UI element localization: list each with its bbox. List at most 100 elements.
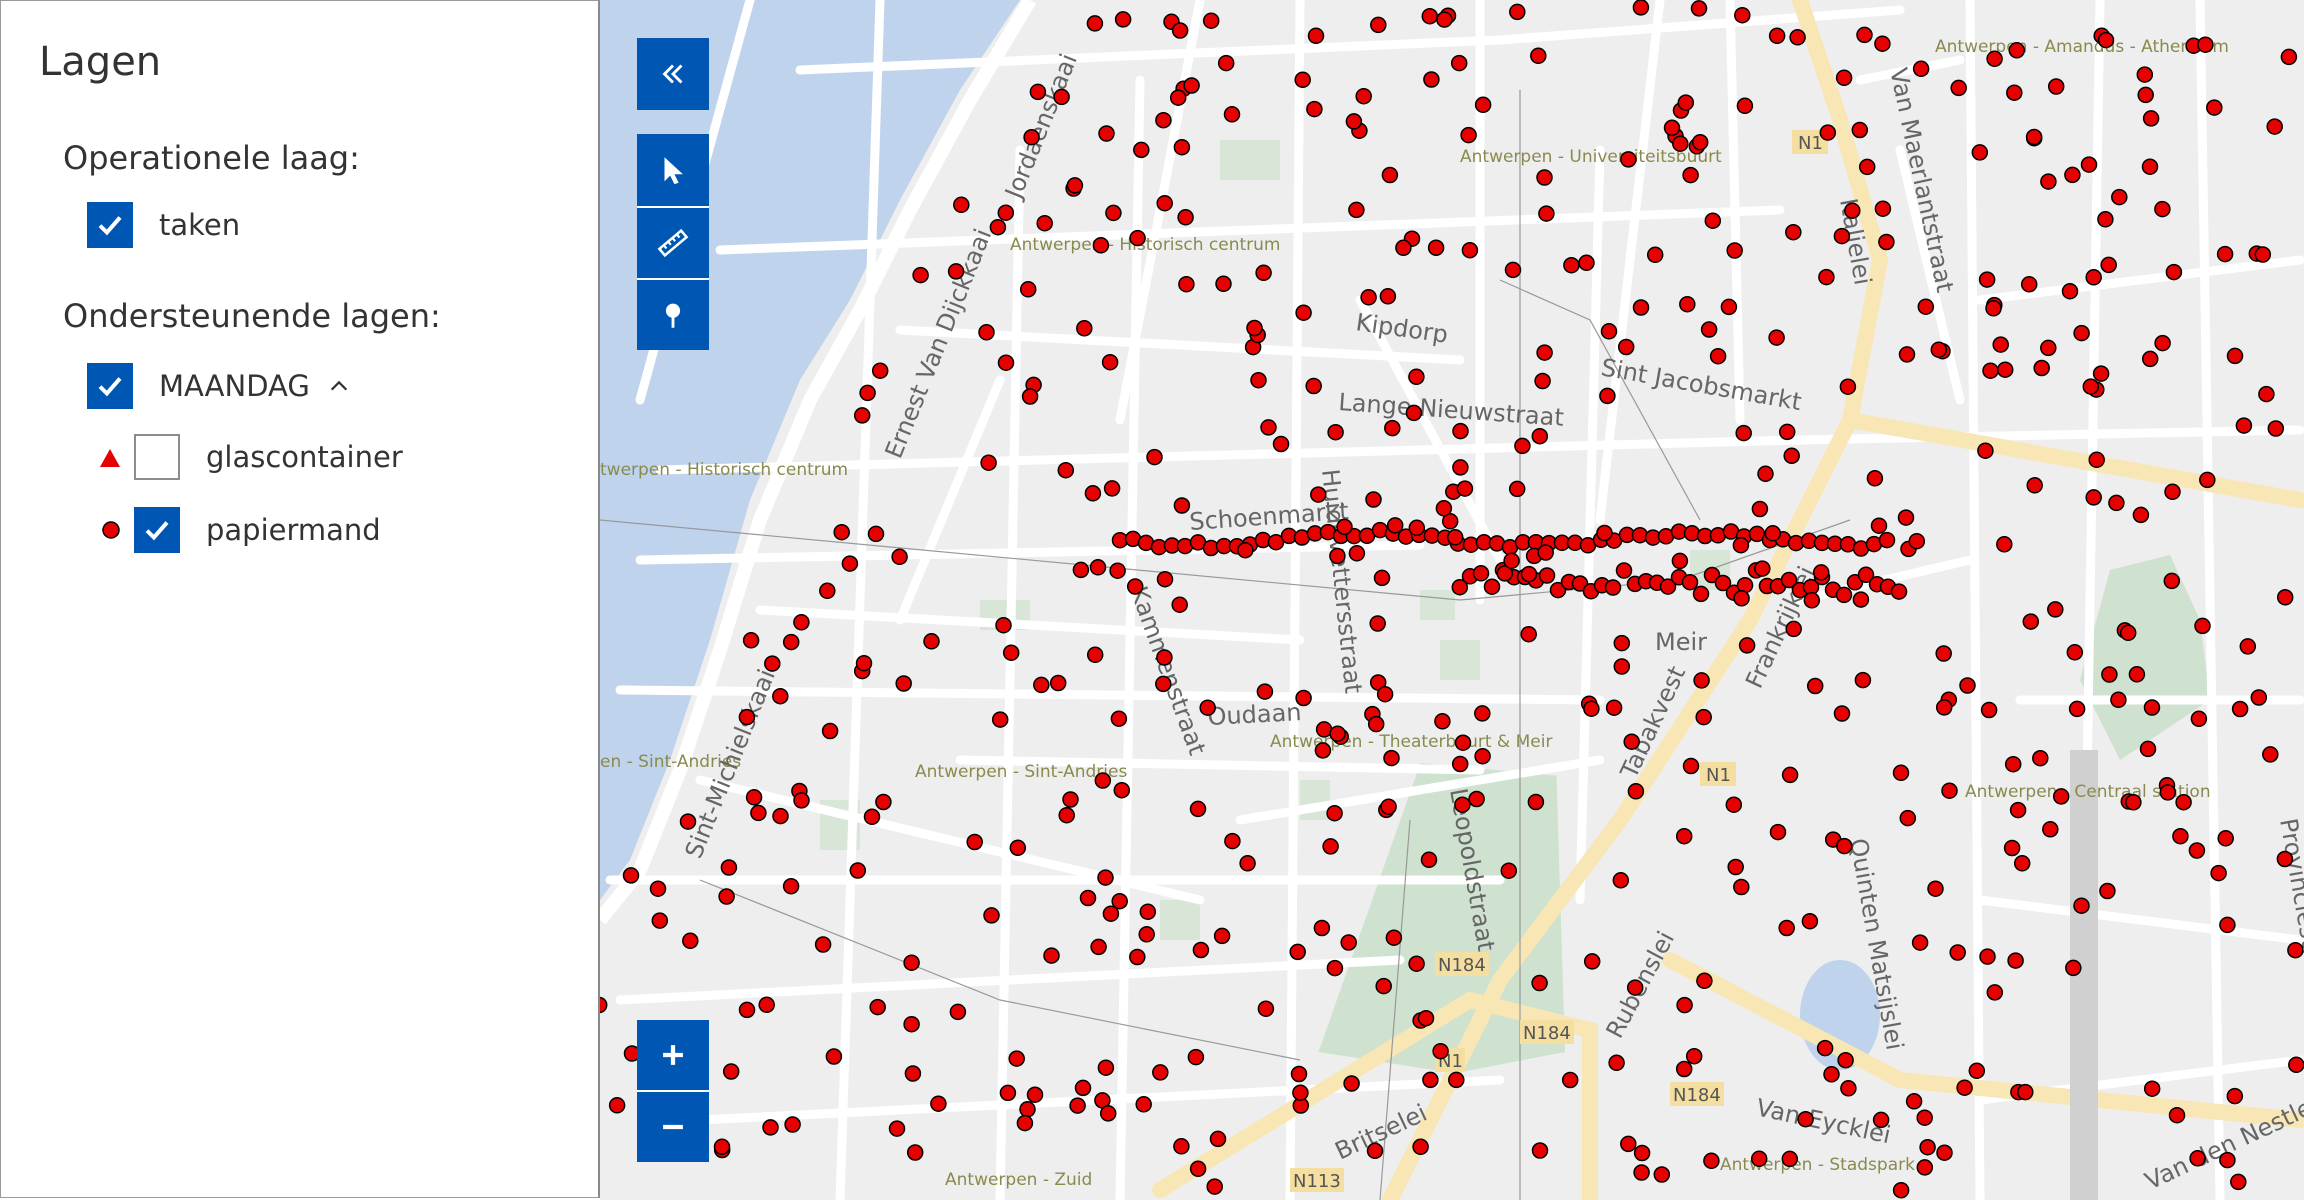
papiermand-marker[interactable] — [2073, 897, 2090, 914]
papiermand-marker[interactable] — [1183, 77, 1200, 94]
papiermand-marker[interactable] — [1803, 592, 1821, 609]
papiermand-marker[interactable] — [1608, 1054, 1625, 1072]
papiermand-marker[interactable] — [1094, 772, 1112, 789]
papiermand-marker[interactable] — [2219, 916, 2236, 934]
papiermand-marker[interactable] — [821, 722, 839, 740]
papiermand-marker[interactable] — [1725, 796, 1743, 813]
papiermand-marker[interactable] — [2099, 882, 2116, 900]
papiermand-marker[interactable] — [1778, 423, 1796, 441]
papiermand-marker[interactable] — [2226, 1087, 2244, 1105]
papiermand-marker[interactable] — [782, 633, 800, 651]
papiermand-marker[interactable] — [1474, 747, 1491, 765]
papiermand-marker[interactable] — [2020, 276, 2038, 293]
papiermand-marker[interactable] — [1980, 701, 1998, 719]
papiermand-marker[interactable] — [1260, 419, 1277, 436]
papiermand-marker[interactable] — [1986, 50, 2003, 68]
papiermand-marker[interactable] — [1092, 237, 1110, 254]
papiermand-marker[interactable] — [1768, 27, 1786, 45]
papiermand-marker[interactable] — [1084, 485, 1102, 502]
papiermand-marker[interactable] — [1102, 905, 1120, 922]
papiermand-marker[interactable] — [742, 632, 760, 649]
papiermand-marker[interactable] — [2022, 613, 2040, 630]
papiermand-marker[interactable] — [1520, 565, 1538, 583]
papiermand-marker[interactable] — [1173, 138, 1191, 156]
papiermand-marker[interactable] — [2165, 263, 2183, 281]
papiermand-marker[interactable] — [1840, 1080, 1857, 1097]
chevron-up-icon[interactable] — [328, 375, 350, 397]
papiermand-marker[interactable] — [2258, 385, 2275, 403]
papiermand-marker[interactable] — [1029, 83, 1047, 101]
papiermand-marker[interactable] — [1653, 1166, 1671, 1183]
papiermand-marker[interactable] — [1026, 1086, 1044, 1103]
papiermand-marker[interactable] — [1623, 733, 1640, 750]
papiermand-marker[interactable] — [1103, 480, 1121, 497]
papiermand-marker[interactable] — [2108, 494, 2125, 512]
papiermand-marker[interactable] — [1537, 544, 1554, 561]
papiermand-marker[interactable] — [1690, 0, 1708, 17]
papiermand-marker[interactable] — [1177, 209, 1194, 226]
papiermand-marker[interactable] — [1956, 1079, 1973, 1096]
papiermand-marker[interactable] — [1461, 241, 1479, 259]
papiermand-marker[interactable] — [1192, 941, 1210, 959]
papiermand-marker[interactable] — [814, 936, 832, 953]
papiermand-marker[interactable] — [1996, 536, 2013, 553]
papiermand-marker[interactable] — [651, 912, 669, 929]
papiermand-marker[interactable] — [1930, 341, 1948, 358]
papiermand-marker[interactable] — [1089, 559, 1107, 576]
papiermand-marker[interactable] — [1789, 29, 1806, 46]
papiermand-marker[interactable] — [1615, 562, 1633, 579]
papiermand-marker[interactable] — [1692, 585, 1710, 603]
papiermand-marker[interactable] — [1305, 377, 1322, 395]
papiermand-marker[interactable] — [1209, 1130, 1227, 1148]
papiermand-marker[interactable] — [1224, 832, 1241, 850]
layer-row-papiermand[interactable]: papiermand — [134, 505, 381, 555]
papiermand-marker[interactable] — [2025, 128, 2043, 146]
papiermand-marker[interactable] — [1348, 201, 1365, 219]
papiermand-marker[interactable] — [867, 525, 885, 543]
papiermand-marker[interactable] — [2254, 246, 2272, 263]
papiermand-marker[interactable] — [2188, 842, 2206, 859]
papiermand-marker[interactable] — [1916, 1159, 1934, 1176]
papiermand-marker[interactable] — [2239, 638, 2257, 655]
papiermand-marker[interactable] — [1675, 1060, 1693, 1078]
papiermand-marker[interactable] — [1897, 509, 1915, 526]
papiermand-marker[interactable] — [1369, 615, 1386, 632]
papiermand-marker[interactable] — [2073, 324, 2090, 342]
papiermand-marker[interactable] — [738, 708, 756, 726]
papiermand-marker[interactable] — [1613, 658, 1631, 675]
papiermand-marker[interactable] — [1146, 448, 1163, 466]
papiermand-marker[interactable] — [983, 907, 1000, 924]
measure-tool-button[interactable] — [637, 208, 709, 278]
papiermand-marker[interactable] — [1086, 15, 1104, 32]
papiermand-marker[interactable] — [2132, 506, 2150, 524]
papiermand-marker[interactable] — [1456, 480, 1474, 497]
papiermand-marker[interactable] — [1250, 371, 1267, 389]
papiermand-marker[interactable] — [2064, 166, 2081, 184]
papiermand-marker[interactable] — [772, 687, 789, 705]
papiermand-marker[interactable] — [1561, 1071, 1579, 1089]
papiermand-marker[interactable] — [906, 1144, 924, 1161]
papiermand-marker[interactable] — [1823, 1066, 1840, 1083]
papiermand-marker[interactable] — [1002, 644, 1020, 661]
papiermand-marker[interactable] — [1189, 1160, 1207, 1178]
papiermand-marker[interactable] — [1256, 683, 1274, 700]
papiermand-marker[interactable] — [1726, 242, 1743, 259]
papiermand-marker[interactable] — [947, 263, 965, 280]
papiermand-marker[interactable] — [1890, 583, 1908, 600]
papiermand-marker[interactable] — [1021, 388, 1039, 405]
papiermand-marker[interactable] — [2226, 347, 2244, 365]
papiermand-marker[interactable] — [1682, 757, 1700, 775]
papiermand-marker[interactable] — [2003, 839, 2021, 857]
papiermand-marker[interactable] — [1704, 212, 1722, 229]
papiermand-marker[interactable] — [1016, 1114, 1034, 1132]
papiermand-marker[interactable] — [1019, 1101, 1036, 1118]
papiermand-marker[interactable] — [989, 218, 1007, 236]
papiermand-marker[interactable] — [1383, 749, 1400, 767]
papiermand-marker[interactable] — [1531, 427, 1549, 445]
papiermand-marker[interactable] — [1422, 1071, 1439, 1089]
papiermand-marker[interactable] — [2143, 1080, 2161, 1097]
papiermand-marker[interactable] — [1578, 254, 1595, 272]
papiermand-marker[interactable] — [1451, 578, 1469, 596]
papiermand-marker[interactable] — [2111, 188, 2128, 206]
papiermand-marker[interactable] — [750, 804, 767, 822]
